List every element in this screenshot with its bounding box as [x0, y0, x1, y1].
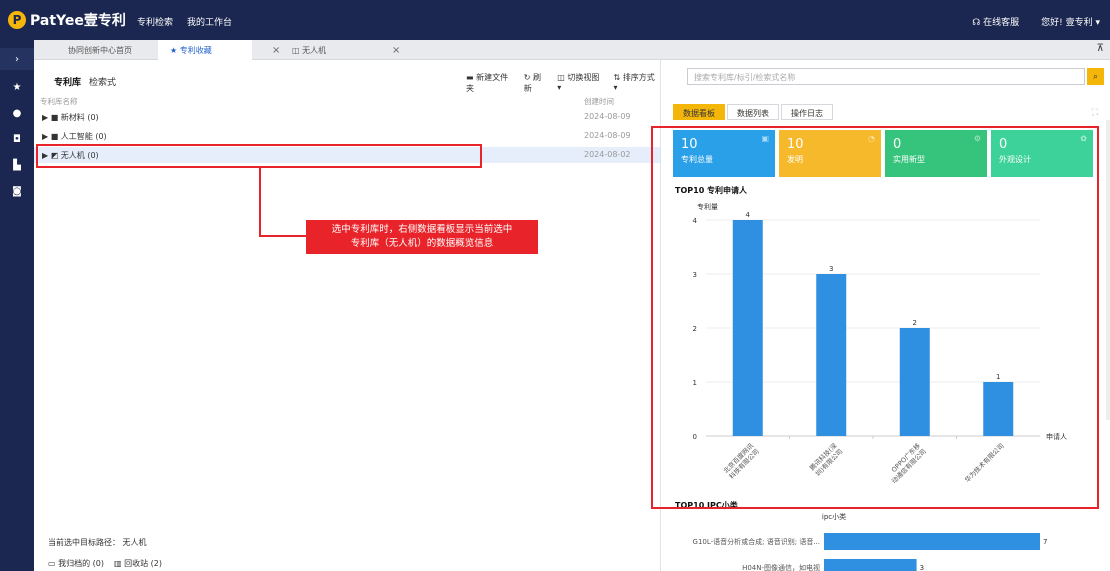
fullscreen-icon[interactable]: ⛶: [1092, 108, 1098, 118]
switch-view-button[interactable]: ◫ 切换视图 ▾: [557, 72, 604, 94]
column-date: 创建时间: [584, 97, 614, 106]
doc-icon[interactable]: ▙: [0, 154, 34, 176]
library-panel: 专利库 检索式 ▬ 新建文件夹 ↻ 刷新 ◫ 切换视图 ▾ ⇅ 排序方式 ▾ 专…: [34, 60, 660, 571]
my-archived-label: 我归档的 (0): [58, 559, 104, 568]
table-header: 专利库名称 创建时间: [34, 95, 660, 107]
logo[interactable]: P PatYee壹专利: [8, 10, 126, 30]
tab-home[interactable]: 协同创新中心首页: [64, 40, 144, 60]
folder-plus-icon: ▬: [466, 73, 477, 82]
star-icon[interactable]: ★: [0, 76, 34, 98]
row-name: ▶ ■ 人工智能 (0): [42, 132, 107, 141]
shield-icon[interactable]: ●: [0, 102, 34, 124]
table-row[interactable]: ▶ ■ 人工智能 (0) 2024-08-09: [34, 128, 660, 144]
callout-line-2: 专利库（无人机）的数据概览信息: [350, 238, 494, 249]
chat-icon[interactable]: ◘: [0, 128, 34, 150]
callout-connector: [259, 235, 307, 237]
recycle-bin-link[interactable]: ▥ 回收站 (2): [114, 558, 162, 569]
current-path: 当前选中目标路径： 无人机: [48, 538, 147, 547]
nav-patent-search[interactable]: 专利检索: [137, 15, 173, 28]
sort-button[interactable]: ⇅ 排序方式 ▾: [614, 72, 660, 94]
callout-connector: [259, 168, 261, 237]
row-date: 2024-08-09: [584, 131, 631, 140]
row-date: 2024-08-09: [584, 112, 631, 121]
logo-icon: P: [8, 11, 26, 29]
tab-library[interactable]: 专利库: [54, 75, 81, 88]
user-menu[interactable]: 您好! 壹专利 ▾: [1041, 15, 1100, 28]
highlight-box: [651, 126, 1099, 509]
nav-workbench[interactable]: 我的工作台: [187, 15, 232, 28]
close-icon[interactable]: ×: [392, 40, 400, 60]
online-service-label: 在线客服: [983, 18, 1020, 28]
sort-icon: ⇅: [613, 73, 623, 82]
tab-operation-log[interactable]: 操作日志: [781, 104, 833, 120]
tab-patent-collection[interactable]: ★ 专利收藏: [158, 40, 252, 60]
side-nav: › ★ ● ◘ ▙ ◙: [0, 40, 34, 571]
logo-text: PatYee壹专利: [30, 13, 126, 29]
my-archived-link[interactable]: ▭ 我归档的 (0): [48, 558, 104, 569]
close-icon[interactable]: ×: [272, 40, 280, 60]
table-row[interactable]: ▶ ■ 新材料 (0) 2024-08-09: [34, 109, 660, 125]
top-bar: P PatYee壹专利 专利检索 我的工作台 ☊ 在线客服 您好! 壹专利 ▾: [0, 0, 1110, 40]
user-icon[interactable]: ◙: [0, 180, 34, 202]
search-icon[interactable]: ⌕: [1087, 68, 1104, 85]
expand-nav-icon[interactable]: ›: [0, 48, 34, 70]
tab-search-query[interactable]: 检索式: [89, 75, 116, 88]
search-input[interactable]: 搜索专利库/标引/检索式名称: [687, 68, 1085, 85]
refresh-button[interactable]: ↻ 刷新: [524, 72, 549, 94]
new-folder-button[interactable]: ▬ 新建文件夹: [466, 72, 515, 94]
row-name: ▶ ■ 新材料 (0): [42, 113, 99, 122]
tab-strip: 协同创新中心首页 ★ 专利收藏 × ◫ 无人机 ×: [34, 40, 1110, 60]
tab-drone[interactable]: ◫ 无人机: [292, 40, 372, 60]
recycle-bin-label: 回收站 (2): [124, 559, 162, 568]
annotation-callout: 选中专利库时，右侧数据看板显示当前选中 专利库（无人机）的数据概览信息: [306, 220, 538, 254]
archive-icon: ▭: [48, 559, 59, 568]
callout-line-1: 选中专利库时，右侧数据看板显示当前选中: [331, 224, 513, 235]
row-date: 2024-08-02: [584, 150, 631, 159]
column-name: 专利库名称: [40, 97, 78, 106]
view-icon: ◫: [557, 73, 568, 82]
trash-icon: ▥: [113, 559, 125, 568]
tab-data-list[interactable]: 数据列表: [727, 104, 779, 120]
collapse-icon[interactable]: ⊼: [1097, 43, 1104, 54]
highlight-box: [36, 144, 482, 168]
online-service-link[interactable]: ☊ 在线客服: [972, 15, 1019, 28]
tab-data-board[interactable]: 数据看板: [673, 104, 725, 120]
scrollbar[interactable]: [1106, 120, 1110, 420]
refresh-icon: ↻: [523, 73, 533, 82]
headset-icon: ☊: [972, 18, 984, 28]
